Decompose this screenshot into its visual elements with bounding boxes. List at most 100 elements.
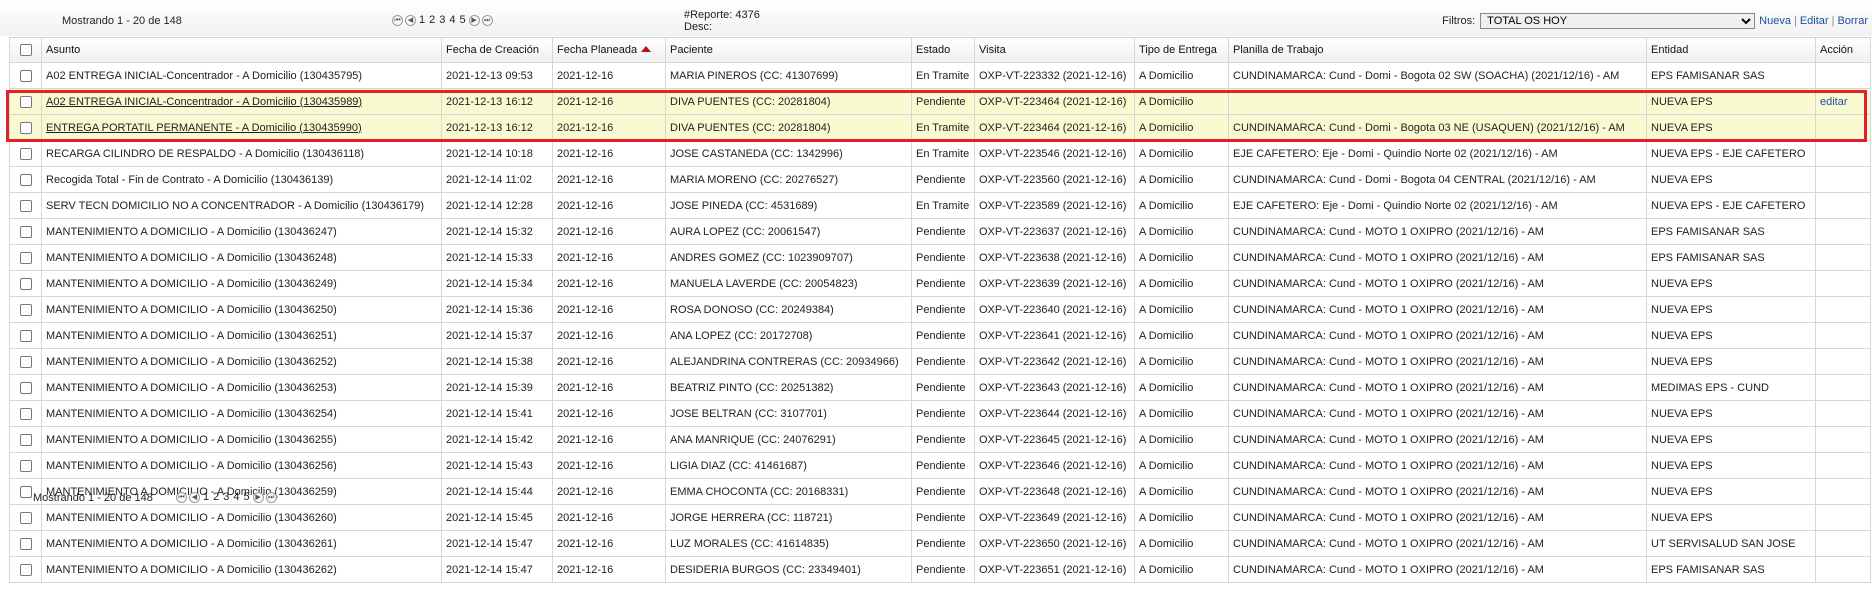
table-row[interactable]: Recogida Total - Fin de Contrato - A Dom…: [9, 166, 1871, 193]
estado-cell: En Tramite: [911, 192, 975, 219]
table-row[interactable]: MANTENIMIENTO A DOMICILIO - A Domicilio …: [9, 296, 1871, 323]
row-checkbox[interactable]: [9, 244, 42, 271]
table-row[interactable]: MANTENIMIENTO A DOMICILIO - A Domicilio …: [9, 530, 1871, 557]
table-row[interactable]: MANTENIMIENTO A DOMICILIO - A Domicilio …: [9, 426, 1871, 453]
col-estado[interactable]: Estado: [911, 37, 975, 63]
asunto-cell[interactable]: MANTENIMIENTO A DOMICILIO - A Domicilio …: [41, 504, 442, 531]
page-1-link[interactable]: 1: [418, 14, 426, 26]
first-page-icon[interactable]: ⏮: [176, 491, 187, 503]
col-fecha-planeada[interactable]: Fecha Planeada: [552, 37, 666, 63]
next-page-icon[interactable]: ▶: [468, 14, 480, 26]
asunto-cell[interactable]: MANTENIMIENTO A DOMICILIO - A Domicilio …: [41, 244, 442, 271]
row-checkbox[interactable]: [9, 504, 42, 531]
row-checkbox[interactable]: [9, 530, 42, 557]
table-row[interactable]: MANTENIMIENTO A DOMICILIO - A Domicilio …: [9, 348, 1871, 375]
page-4-link[interactable]: 4: [232, 491, 240, 503]
row-checkbox[interactable]: [9, 426, 42, 453]
table-row[interactable]: MANTENIMIENTO A DOMICILIO - A Domicilio …: [9, 322, 1871, 349]
asunto-cell[interactable]: MANTENIMIENTO A DOMICILIO - A Domicilio …: [41, 426, 442, 453]
first-page-icon[interactable]: ⏮: [392, 14, 403, 26]
table-row[interactable]: A02 ENTREGA INICIAL-Concentrador - A Dom…: [9, 88, 1871, 115]
filter-select[interactable]: TOTAL OS HOY: [1480, 13, 1756, 29]
table-row[interactable]: MANTENIMIENTO A DOMICILIO - A Domicilio …: [9, 270, 1871, 297]
row-checkbox[interactable]: [9, 348, 42, 375]
table-row[interactable]: A02 ENTREGA INICIAL-Concentrador - A Dom…: [9, 62, 1871, 89]
row-checkbox[interactable]: [9, 140, 42, 167]
asunto-cell[interactable]: MANTENIMIENTO A DOMICILIO - A Domicilio …: [41, 556, 442, 583]
asunto-cell[interactable]: MANTENIMIENTO A DOMICILIO - A Domicilio …: [41, 270, 442, 297]
asunto-cell[interactable]: ENTREGA PORTATIL PERMANENTE - A Domicili…: [41, 114, 442, 141]
page-5-link[interactable]: 5: [243, 491, 251, 503]
table-row[interactable]: MANTENIMIENTO A DOMICILIO - A Domicilio …: [9, 478, 1871, 505]
row-checkbox[interactable]: [9, 296, 42, 323]
page-2-link[interactable]: 2: [428, 14, 436, 26]
asunto-cell[interactable]: SERV TECN DOMICILIO NO A CONCENTRADOR - …: [41, 192, 442, 219]
row-checkbox[interactable]: [9, 62, 42, 89]
asunto-cell[interactable]: MANTENIMIENTO A DOMICILIO - A Domicilio …: [41, 348, 442, 375]
table-row[interactable]: RECARGA CILINDRO DE RESPALDO - A Domicil…: [9, 140, 1871, 167]
estado-cell: Pendiente: [911, 426, 975, 453]
table-row[interactable]: ENTREGA PORTATIL PERMANENTE - A Domicili…: [9, 114, 1871, 141]
asunto-cell[interactable]: A02 ENTREGA INICIAL-Concentrador - A Dom…: [41, 62, 442, 89]
table-row[interactable]: MANTENIMIENTO A DOMICILIO - A Domicilio …: [9, 400, 1871, 427]
showing-count: Mostrando 1 - 20 de 148: [62, 15, 182, 27]
entidad-cell: NUEVA EPS: [1646, 296, 1816, 323]
asunto-cell[interactable]: MANTENIMIENTO A DOMICILIO - A Domicilio …: [41, 452, 442, 479]
row-checkbox[interactable]: [9, 192, 42, 219]
col-planilla[interactable]: Planilla de Trabajo: [1228, 37, 1647, 63]
page-3-link[interactable]: 3: [438, 14, 446, 26]
asunto-cell[interactable]: RECARGA CILINDRO DE RESPALDO - A Domicil…: [41, 140, 442, 167]
last-page-icon[interactable]: ⏭: [265, 491, 277, 503]
col-asunto[interactable]: Asunto: [41, 37, 442, 63]
asunto-cell[interactable]: Recogida Total - Fin de Contrato - A Dom…: [41, 166, 442, 193]
accion-cell: [1815, 296, 1871, 323]
row-checkbox[interactable]: [9, 114, 42, 141]
row-checkbox[interactable]: [9, 270, 42, 297]
col-paciente[interactable]: Paciente: [665, 37, 912, 63]
editar-link[interactable]: Editar: [1800, 15, 1829, 27]
asunto-cell[interactable]: MANTENIMIENTO A DOMICILIO - A Domicilio …: [41, 218, 442, 245]
planilla-cell: CUNDINAMARCA: Cund - MOTO 1 OXIPRO (2021…: [1228, 426, 1647, 453]
next-page-icon[interactable]: ▶: [252, 491, 264, 503]
col-fecha-planeada-label: Fecha Planeada: [557, 44, 638, 56]
asunto-cell[interactable]: MANTENIMIENTO A DOMICILIO - A Domicilio …: [41, 374, 442, 401]
row-checkbox[interactable]: [9, 218, 42, 245]
prev-page-icon[interactable]: ◀: [405, 14, 416, 26]
asunto-cell[interactable]: A02 ENTREGA INICIAL-Concentrador - A Dom…: [41, 88, 442, 115]
table-row[interactable]: MANTENIMIENTO A DOMICILIO - A Domicilio …: [9, 218, 1871, 245]
page-1-link[interactable]: 1: [202, 491, 210, 503]
page-3-link[interactable]: 3: [222, 491, 230, 503]
table-row[interactable]: MANTENIMIENTO A DOMICILIO - A Domicilio …: [9, 374, 1871, 401]
col-tipo-entrega[interactable]: Tipo de Entrega: [1134, 37, 1229, 63]
asunto-cell[interactable]: MANTENIMIENTO A DOMICILIO - A Domicilio …: [41, 530, 442, 557]
row-checkbox[interactable]: [9, 374, 42, 401]
asunto-cell[interactable]: MANTENIMIENTO A DOMICILIO - A Domicilio …: [41, 296, 442, 323]
table-row[interactable]: SERV TECN DOMICILIO NO A CONCENTRADOR - …: [9, 192, 1871, 219]
asunto-cell[interactable]: MANTENIMIENTO A DOMICILIO - A Domicilio …: [41, 400, 442, 427]
table-row[interactable]: MANTENIMIENTO A DOMICILIO - A Domicilio …: [9, 504, 1871, 531]
select-all-checkbox[interactable]: [9, 37, 42, 63]
accion-cell[interactable]: editar: [1815, 88, 1871, 115]
row-checkbox[interactable]: [9, 400, 42, 427]
row-checkbox[interactable]: [9, 88, 42, 115]
table-row[interactable]: MANTENIMIENTO A DOMICILIO - A Domicilio …: [9, 244, 1871, 271]
row-checkbox[interactable]: [9, 166, 42, 193]
nueva-link[interactable]: Nueva: [1759, 15, 1791, 27]
page-4-link[interactable]: 4: [448, 14, 456, 26]
page-5-link[interactable]: 5: [459, 14, 467, 26]
col-fecha-creacion[interactable]: Fecha de Creación: [441, 37, 553, 63]
row-checkbox[interactable]: [9, 556, 42, 583]
prev-page-icon[interactable]: ◀: [189, 491, 200, 503]
table-row[interactable]: MANTENIMIENTO A DOMICILIO - A Domicilio …: [9, 556, 1871, 583]
col-visita[interactable]: Visita: [974, 37, 1135, 63]
col-entidad[interactable]: Entidad: [1646, 37, 1816, 63]
asunto-cell[interactable]: MANTENIMIENTO A DOMICILIO - A Domicilio …: [41, 322, 442, 349]
entidad-cell: MEDIMAS EPS - CUND: [1646, 374, 1816, 401]
last-page-icon[interactable]: ⏭: [481, 14, 493, 26]
borrar-link[interactable]: Borrar: [1837, 15, 1868, 27]
row-checkbox[interactable]: [9, 452, 42, 479]
page-2-link[interactable]: 2: [212, 491, 220, 503]
table-row[interactable]: MANTENIMIENTO A DOMICILIO - A Domicilio …: [9, 452, 1871, 479]
row-checkbox[interactable]: [9, 322, 42, 349]
paciente-cell: AURA LOPEZ (CC: 20061547): [665, 218, 912, 245]
